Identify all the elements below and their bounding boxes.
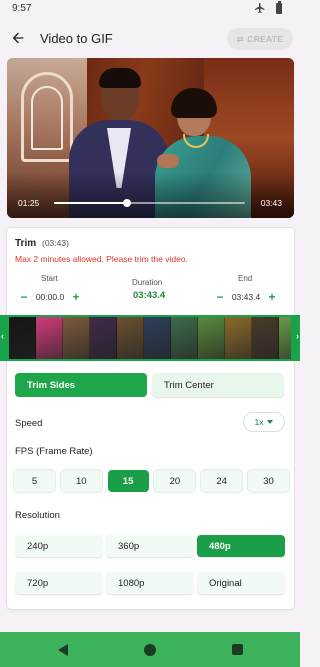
start-time-value: 00:00.0 — [35, 292, 65, 302]
nav-back-icon[interactable] — [58, 644, 68, 656]
trim-center-button[interactable]: Trim Center — [152, 373, 284, 397]
fps-option-20[interactable]: 20 — [154, 470, 196, 492]
video-frame-figure — [157, 154, 179, 168]
video-seek-progress — [54, 202, 127, 204]
video-seek-bar[interactable] — [54, 199, 245, 207]
fps-option-15[interactable]: 15 — [107, 470, 149, 492]
end-increase-button[interactable]: + — [265, 290, 279, 304]
app-bar: Video to GIF ⇄ CREATE — [0, 22, 300, 56]
resolution-label: Resolution — [15, 510, 60, 521]
start-time-control: − 00:00.0 + — [17, 290, 83, 304]
nav-home-icon[interactable] — [144, 644, 156, 656]
filmstrip-frame — [225, 317, 252, 359]
trim-total-duration: (03:43) — [42, 238, 69, 248]
resolution-option-1080p[interactable]: 1080p — [106, 572, 194, 594]
video-player[interactable]: 01:25 03:43 — [7, 58, 294, 218]
status-time: 9:57 — [12, 3, 32, 14]
status-bar: 9:57 — [0, 0, 300, 18]
fps-label: FPS (Frame Rate) — [15, 446, 93, 457]
speed-value: 1x — [254, 417, 264, 427]
filmstrip-frame — [279, 317, 291, 359]
trim-filmstrip[interactable]: ‹ › — [0, 315, 300, 361]
filmstrip-frames — [9, 317, 291, 359]
system-navigation-bar — [0, 632, 300, 667]
filmstrip-frame — [9, 317, 36, 359]
fps-options: 5 10 15 20 24 30 — [14, 470, 289, 492]
video-controls-shade — [7, 172, 294, 218]
video-frame-detail — [31, 86, 63, 150]
fps-option-5[interactable]: 5 — [14, 470, 55, 492]
nav-recents-icon[interactable] — [232, 644, 243, 655]
filmstrip-frame — [90, 317, 117, 359]
filmstrip-frame — [252, 317, 279, 359]
settings-card: Trim (03:43) Max 2 minutes allowed. Plea… — [0, 228, 300, 609]
trim-warning: Max 2 minutes allowed. Please trim the v… — [15, 254, 188, 264]
fps-option-30[interactable]: 30 — [247, 470, 289, 492]
start-decrease-button[interactable]: − — [17, 290, 31, 304]
filmstrip-frame — [36, 317, 63, 359]
resolution-option-original[interactable]: Original — [197, 572, 285, 594]
page-title: Video to GIF — [40, 31, 113, 46]
trim-handle-left-icon[interactable]: ‹ — [1, 331, 4, 341]
duration-label: Duration — [132, 278, 163, 287]
speed-dropdown[interactable]: 1x — [243, 412, 285, 432]
start-label: Start — [41, 274, 58, 283]
resolution-option-720p[interactable]: 720p — [15, 572, 103, 594]
video-end-time: 03:43 — [260, 198, 282, 208]
airplane-icon — [255, 3, 265, 13]
back-arrow-icon[interactable] — [10, 30, 26, 46]
video-frame-figure — [99, 68, 141, 88]
resolution-option-240p[interactable]: 240p — [15, 535, 103, 557]
trim-handle-right-icon[interactable]: › — [296, 331, 299, 341]
fps-option-24[interactable]: 24 — [201, 470, 243, 492]
swap-icon: ⇄ — [236, 33, 245, 44]
filmstrip-frame — [117, 317, 144, 359]
resolution-option-360p[interactable]: 360p — [106, 535, 194, 557]
create-button[interactable]: ⇄ CREATE — [227, 28, 293, 50]
start-increase-button[interactable]: + — [69, 290, 83, 304]
end-decrease-button[interactable]: − — [213, 290, 227, 304]
resolution-option-480p[interactable]: 480p — [197, 535, 285, 557]
fps-option-10[interactable]: 10 — [60, 470, 102, 492]
duration-value: 03:43.4 — [133, 290, 166, 301]
trim-sides-button[interactable]: Trim Sides — [15, 373, 147, 397]
end-time-control: − 03:43.4 + — [213, 290, 279, 304]
video-seek-thumb[interactable] — [122, 199, 131, 207]
video-current-time: 01:25 — [18, 198, 40, 208]
end-time-value: 03:43.4 — [231, 292, 261, 302]
filmstrip-frame — [171, 317, 198, 359]
filmstrip-frame — [63, 317, 90, 359]
speed-label: Speed — [15, 418, 43, 429]
filmstrip-frame — [198, 317, 225, 359]
end-label: End — [238, 274, 253, 283]
status-icons — [254, 0, 282, 14]
battery-icon — [276, 0, 282, 14]
filmstrip-frame — [144, 317, 171, 359]
create-label: CREATE — [247, 34, 284, 44]
dropdown-arrow-icon — [267, 420, 274, 424]
trim-title: Trim — [15, 238, 37, 249]
